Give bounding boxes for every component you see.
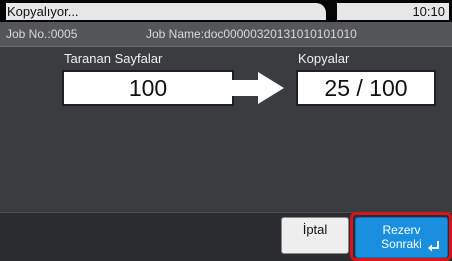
copies-value: 25 / 100 xyxy=(296,70,436,106)
cancel-button[interactable]: İptal xyxy=(281,217,349,254)
status-title-text: Kopyalıyor... xyxy=(7,4,79,19)
scanned-pages-value: 100 xyxy=(62,70,234,106)
reserve-label: Rezerv xyxy=(382,223,421,237)
clock-time: 10:10 xyxy=(412,4,445,19)
status-title: Kopyalıyor... xyxy=(6,3,326,20)
reserve-next-button[interactable]: Rezerv Sonraki xyxy=(355,217,448,258)
status-bar: Kopyalıyor... 10:10 xyxy=(0,0,452,22)
enter-icon xyxy=(428,241,439,252)
copy-status-screen: Kopyalıyor... 10:10 Job No.:0005 Job Nam… xyxy=(0,0,452,261)
cancel-button-label: İptal xyxy=(302,222,328,237)
copies-label: Kopyalar xyxy=(298,51,350,66)
job-name: Job Name:doc00000320131010101010 xyxy=(146,27,357,41)
scanned-pages-label: Taranan Sayfalar xyxy=(64,51,163,66)
clock: 10:10 xyxy=(337,3,449,20)
job-number: Job No.:0005 xyxy=(6,27,78,41)
right-arrow-icon xyxy=(218,72,284,104)
job-info-bar: Job No.:0005 Job Name:doc000003201310101… xyxy=(0,22,452,47)
